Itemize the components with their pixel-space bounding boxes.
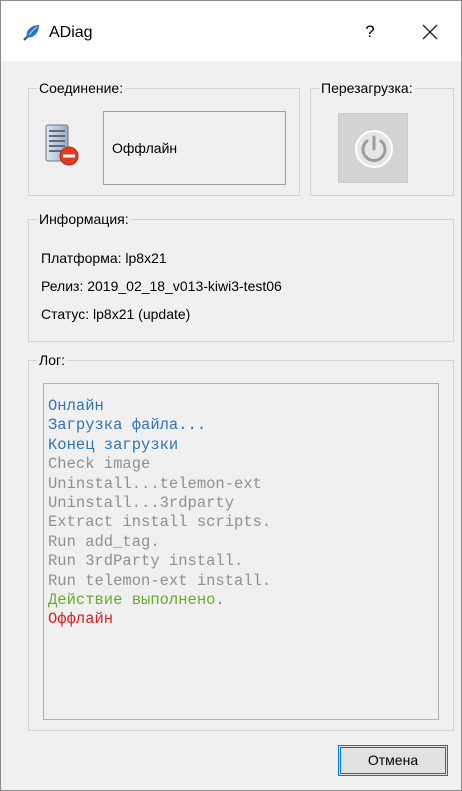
status-text: Статус: lp8x21 (update) [41, 306, 191, 322]
connection-label: Соединение: [37, 80, 126, 96]
reboot-group: Перезагрузка: [310, 80, 454, 196]
title-bar: ADiag ? [1, 1, 461, 61]
log-line: Оффлайн [48, 610, 114, 629]
platform-text: Платформа: lp8x21 [41, 250, 167, 266]
log-output[interactable]: Онлайн Загрузка файла... Конец загрузки Che… [43, 383, 439, 720]
info-label: Информация: [37, 211, 131, 227]
log-line: Run 3rdParty install. [48, 552, 244, 571]
log-line: Действие выполнено. [48, 591, 225, 610]
cancel-button[interactable]: Отмена [338, 745, 448, 776]
connection-status: Оффлайн [112, 140, 178, 156]
log-line: Онлайн [48, 397, 104, 415]
server-offline-icon [45, 124, 79, 166]
reboot-button[interactable] [338, 113, 408, 183]
connection-group: Соединение: Оффлайн [28, 80, 300, 196]
release-text: Релиз: 2019_02_18_v013-kiwi3-test06 [41, 278, 282, 294]
window-title: ADiag [49, 24, 93, 41]
log-line: Run add_tag. [48, 532, 160, 551]
log-line: Run telemon-ext install. [48, 571, 272, 590]
log-line: Uninstall...telemon-ext [48, 474, 262, 493]
power-icon [355, 130, 393, 168]
close-icon[interactable] [413, 15, 447, 49]
log-line: Загрузка файла... [48, 416, 207, 435]
help-button[interactable]: ? [355, 17, 385, 47]
info-group: Информация: Платформа: lp8x21 Релиз: 201… [28, 211, 454, 342]
adiag-window: ADiag ? Соединение: Оффлайн Перезагрузка… [0, 0, 462, 791]
reboot-label: Перезагрузка: [319, 80, 415, 96]
log-line: Uninstall...3rdparty [48, 494, 235, 513]
log-label: Лог: [37, 352, 67, 368]
connection-status-box: Оффлайн [103, 111, 286, 185]
log-line: Check image [48, 455, 151, 474]
log-line: Конец загрузки [48, 435, 179, 454]
log-group: Лог: Онлайн Загрузка файла... Конец загруз… [28, 352, 454, 731]
log-line: Extract install scripts. [48, 513, 272, 532]
app-feather-icon [23, 25, 39, 41]
